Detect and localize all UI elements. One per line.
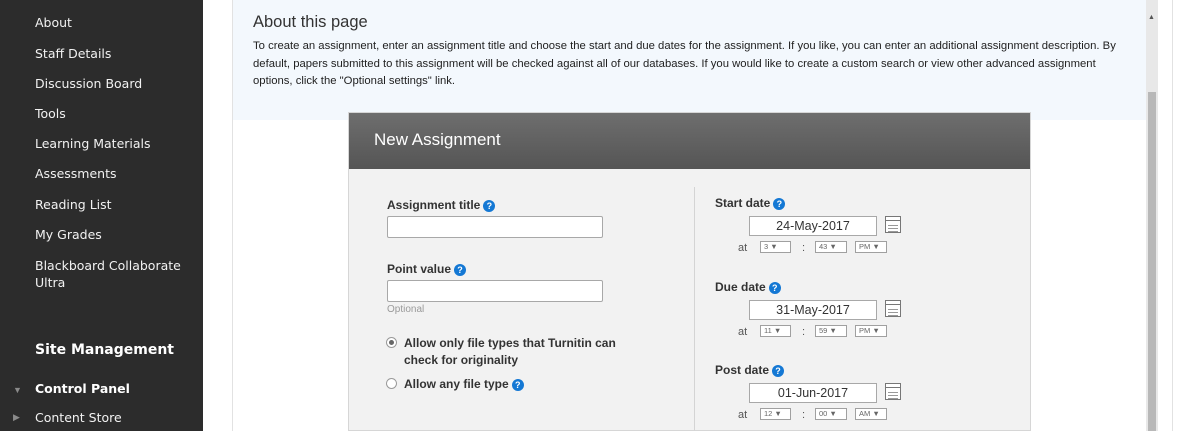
post-ampm-select[interactable]: AM ▼ — [855, 408, 887, 420]
radio-selected-icon[interactable] — [386, 337, 397, 348]
due-date-label-text: Due date — [715, 280, 766, 294]
start-hour-select[interactable]: 3 ▼ — [760, 241, 791, 253]
due-minute-value: 59 — [819, 326, 828, 335]
radio-any-file-label-wrap: Allow any file type? — [404, 376, 524, 393]
content-store-item[interactable]: Content Store — [35, 409, 122, 426]
start-date-label-text: Start date — [715, 196, 771, 210]
chevron-down-icon[interactable]: ▼ — [13, 385, 22, 395]
calendar-icon[interactable] — [885, 300, 901, 317]
post-hour-select[interactable]: 12 ▼ — [760, 408, 791, 420]
sidebar-item-discussion-board[interactable]: Discussion Board — [35, 75, 142, 92]
radio-unselected-icon[interactable] — [386, 378, 397, 389]
due-ampm-value: PM — [859, 326, 871, 335]
start-ampm-select[interactable]: PM ▼ — [855, 241, 887, 253]
sidebar-item-reading-list[interactable]: Reading List — [35, 196, 112, 213]
sidebar-item-assessments[interactable]: Assessments — [35, 165, 117, 182]
post-ampm-value: AM — [859, 409, 871, 418]
help-icon[interactable]: ? — [511, 379, 524, 391]
due-time-row: at 11 ▼ : 59 ▼ PM ▼ — [738, 325, 908, 340]
sidebar-item-my-grades[interactable]: My Grades — [35, 226, 102, 243]
time-colon: : — [802, 326, 806, 338]
due-minute-select[interactable]: 59 ▼ — [815, 325, 847, 337]
assignment-title-label-text: Assignment title — [387, 198, 481, 212]
divider — [1172, 0, 1173, 431]
help-icon[interactable]: ? — [483, 200, 496, 212]
form-title: New Assignment — [374, 130, 501, 149]
start-date-label: Start date? — [715, 196, 786, 210]
due-date-label: Due date? — [715, 280, 781, 294]
radio-turnitin-option[interactable]: Allow only file types that Turnitin can … — [386, 335, 646, 371]
point-value-input[interactable] — [387, 280, 603, 302]
start-date-input[interactable]: 24-May-2017 — [749, 216, 877, 236]
point-value-label-text: Point value — [387, 262, 452, 276]
sidebar-item-learning-materials[interactable]: Learning Materials — [35, 135, 151, 152]
about-title: About this page — [253, 13, 368, 31]
chevron-right-icon[interactable]: ▶ — [13, 412, 20, 423]
help-icon[interactable]: ? — [772, 365, 785, 377]
start-time-row: at 3 ▼ : 43 ▼ PM ▼ — [738, 241, 908, 256]
assignment-title-label: Assignment title? — [387, 198, 496, 212]
start-minute-value: 43 — [819, 242, 828, 251]
calendar-icon[interactable] — [885, 383, 901, 400]
new-assignment-form: New Assignment Assignment title? Point v… — [348, 112, 1031, 431]
post-date-label: Post date? — [715, 363, 785, 377]
start-hour-value: 3 — [764, 242, 769, 251]
help-icon[interactable]: ? — [454, 264, 467, 276]
due-hour-select[interactable]: 11 ▼ — [760, 325, 791, 337]
sidebar-item-staff-details[interactable]: Staff Details — [35, 45, 111, 62]
post-hour-value: 12 — [764, 409, 773, 418]
assignment-title-input[interactable] — [387, 216, 603, 238]
sidebar-gutter — [203, 0, 233, 431]
help-icon[interactable]: ? — [773, 198, 786, 210]
post-minute-value: 00 — [819, 409, 828, 418]
about-panel: About this page To create an assignment,… — [233, 0, 1146, 120]
start-ampm-value: PM — [859, 242, 871, 251]
post-time-row: at 12 ▼ : 00 ▼ AM ▼ — [738, 408, 908, 423]
due-date-input[interactable]: 31-May-2017 — [749, 300, 877, 320]
scroll-up-icon[interactable]: ▲ — [1148, 14, 1155, 21]
about-text: To create an assignment, enter an assign… — [253, 40, 1116, 87]
at-label: at — [738, 409, 748, 421]
due-hour-value: 11 — [764, 326, 772, 335]
main-content: About this page To create an assignment,… — [233, 0, 1146, 431]
optional-hint: Optional — [387, 304, 425, 315]
sidebar-item-blackboard-collaborate-ultra[interactable]: Blackboard Collaborate Ultra — [35, 257, 195, 291]
calendar-icon[interactable] — [885, 216, 901, 233]
at-label: at — [738, 242, 748, 254]
help-icon[interactable]: ? — [768, 282, 781, 294]
right-gutter — [1158, 0, 1203, 431]
post-minute-select[interactable]: 00 ▼ — [815, 408, 847, 420]
sidebar-item-tools[interactable]: Tools — [35, 105, 66, 122]
radio-any-file-label: Allow any file type — [404, 377, 509, 391]
time-colon: : — [802, 242, 806, 254]
at-label: at — [738, 326, 748, 338]
column-divider — [694, 187, 695, 431]
point-value-label: Point value? — [387, 262, 467, 276]
control-panel-item[interactable]: Control Panel — [35, 381, 130, 396]
course-sidebar: About Staff Details Discussion Board Too… — [0, 0, 203, 431]
site-management-heading: Site Management — [35, 342, 174, 358]
time-colon: : — [802, 409, 806, 421]
form-header: New Assignment — [349, 113, 1030, 169]
post-date-input[interactable]: 01-Jun-2017 — [749, 383, 877, 403]
scrollbar-thumb[interactable] — [1148, 92, 1156, 431]
due-ampm-select[interactable]: PM ▼ — [855, 325, 887, 337]
start-minute-select[interactable]: 43 ▼ — [815, 241, 847, 253]
radio-turnitin-label: Allow only file types that Turnitin can … — [404, 336, 616, 367]
post-date-label-text: Post date — [715, 363, 770, 377]
sidebar-item-about[interactable]: About — [35, 14, 72, 31]
